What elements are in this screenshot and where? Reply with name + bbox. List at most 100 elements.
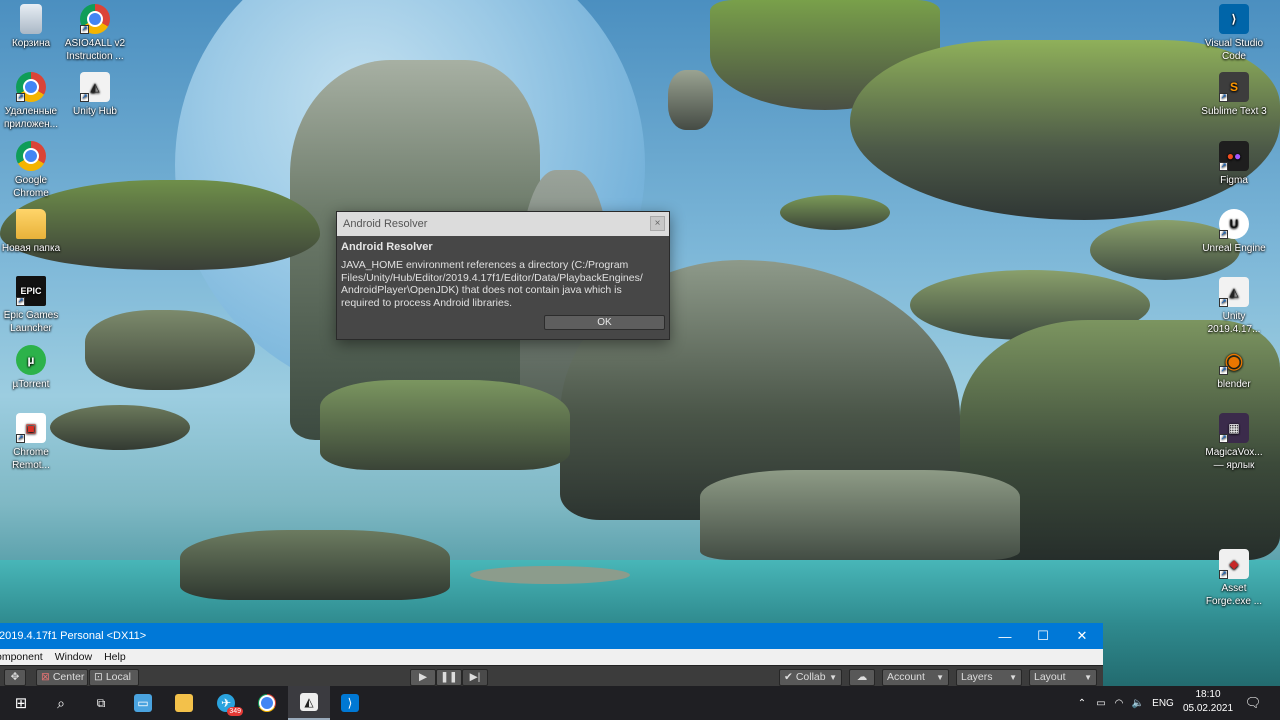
figma-icon: ● ● ↗ bbox=[1219, 141, 1249, 171]
rect-tool-button[interactable]: ✥ bbox=[4, 669, 26, 686]
wallpaper-rock bbox=[180, 530, 450, 600]
collab-dropdown[interactable]: ✔ Collab ▼ bbox=[779, 669, 842, 686]
desktop-icon-label: MagicaVox... — ярлык bbox=[1205, 447, 1263, 471]
unity-window-titlebar[interactable]: 2019.4.17f1 Personal <DX11> — ☐ ✕ bbox=[0, 623, 1103, 649]
menu-component[interactable]: omponent bbox=[0, 651, 49, 663]
volume-tray-button[interactable]: 🔈 bbox=[1128, 686, 1148, 720]
chrome-icon bbox=[258, 694, 276, 712]
taskbar-app-vscode[interactable]: ⟩ bbox=[329, 686, 371, 720]
account-label: Account bbox=[887, 671, 925, 683]
pivot-local-toggle[interactable]: ⊡ Local bbox=[89, 669, 139, 686]
blender-icon: ◉ ↗ bbox=[1219, 347, 1244, 375]
desktop-icon-label: Sublime Text 3 bbox=[1201, 106, 1267, 117]
cloud-button[interactable]: ☁ bbox=[849, 669, 875, 686]
desktop-icon-label: Asset Forge.exe ... bbox=[1205, 583, 1263, 607]
battery-tray-button[interactable]: ▭ bbox=[1092, 686, 1110, 720]
unity-window-title: 2019.4.17f1 Personal <DX11> bbox=[0, 630, 147, 642]
ok-button[interactable]: OK bbox=[544, 315, 665, 330]
maximize-button[interactable]: ☐ bbox=[1023, 623, 1063, 649]
taskbar-app-file-explorer[interactable] bbox=[163, 686, 205, 720]
desktop-icon-blender[interactable]: ◉ ↗ blender bbox=[1200, 345, 1268, 391]
wallpaper-rock bbox=[780, 195, 890, 230]
windows-taskbar: ⊞ ⌕ ⧉ ▭ ✈ 349 ◭ ⟩ ⌃ ▭ ◠ 🔈 ENG 18:10 05.0… bbox=[0, 686, 1280, 720]
network-tray-button[interactable]: ◠ bbox=[1110, 686, 1128, 720]
dialog-titlebar[interactable]: Android Resolver × bbox=[337, 212, 669, 236]
windows-logo-icon: ⊞ bbox=[14, 695, 28, 712]
unreal-icon: U ↗ bbox=[1219, 209, 1249, 239]
desktop-icon-asio4all[interactable]: ↗ ASIO4ALL v2 Instruction ... bbox=[61, 4, 129, 63]
desktop-icon-google-chrome[interactable]: Google Chrome bbox=[0, 141, 65, 200]
play-button[interactable]: ▶ bbox=[410, 669, 436, 686]
minimize-icon: — bbox=[998, 628, 1012, 644]
desktop-icon-utorrent[interactable]: µ µTorrent bbox=[0, 345, 65, 391]
check-icon: ✔ bbox=[784, 671, 793, 683]
step-button[interactable]: ▶| bbox=[462, 669, 488, 686]
desktop-icon-asset-forge[interactable]: ◆ ↗ Asset Forge.exe ... bbox=[1200, 549, 1268, 608]
unity-icon: ◭ bbox=[300, 693, 318, 711]
taskbar-app-unity[interactable]: ◭ bbox=[288, 686, 330, 720]
wallpaper-rock bbox=[700, 470, 1020, 560]
desktop-icon-figma[interactable]: ● ● ↗ Figma bbox=[1200, 141, 1268, 187]
telegram-unread-badge: 349 bbox=[227, 707, 243, 716]
dialog-heading: Android Resolver bbox=[341, 241, 433, 253]
pause-button[interactable]: ❚❚ bbox=[436, 669, 462, 686]
pivot-center-toggle[interactable]: ⊠ Center bbox=[36, 669, 88, 686]
language-indicator: ENG bbox=[1152, 697, 1174, 709]
start-button[interactable]: ⊞ bbox=[0, 686, 42, 720]
asset-forge-icon: ◆ ↗ bbox=[1219, 549, 1249, 579]
desktop-icon-epic-games[interactable]: EPIC ↗ Epic Games Launcher bbox=[0, 276, 65, 335]
chevron-up-icon: ⌃ bbox=[1077, 697, 1087, 709]
utorrent-icon: µ bbox=[16, 345, 46, 375]
notifications-button[interactable]: 🗨 bbox=[1240, 686, 1266, 720]
cloud-icon: ☁ bbox=[856, 671, 868, 683]
window-app-icon: ▭ bbox=[134, 694, 152, 712]
unity-toolbar: ✥ ⊠ Center ⊡ Local ▶ ❚❚ ▶| ✔ Collab ▼ ☁ … bbox=[0, 665, 1103, 688]
desktop-icon-chrome-remote[interactable]: ▣ ↗ Chrome Remot... bbox=[0, 413, 65, 472]
battery-icon: ▭ bbox=[1096, 697, 1106, 709]
desktop-icon-new-folder[interactable]: Новая папка bbox=[0, 209, 65, 255]
taskbar-app-telegram[interactable]: ✈ 349 bbox=[205, 686, 247, 720]
desktop-icon-vscode[interactable]: ⟩ Visual Studio Code bbox=[1200, 4, 1268, 63]
show-hidden-icons-button[interactable]: ⌃ bbox=[1072, 686, 1092, 720]
desktop-icon-chrome-apps[interactable]: ↗ Удаленные приложен... bbox=[0, 72, 65, 131]
desktop-icon-unity-hub[interactable]: ◭ ↗ Unity Hub bbox=[61, 72, 129, 118]
dialog-message: JAVA_HOME environment references a direc… bbox=[341, 259, 643, 309]
layers-dropdown[interactable]: Layers ▼ bbox=[956, 669, 1022, 686]
desktop-icon-label: Корзина bbox=[11, 38, 51, 49]
desktop-icon-unity[interactable]: ◭ ↗ Unity 2019.4.17... bbox=[1200, 277, 1268, 336]
search-button[interactable]: ⌕ bbox=[40, 686, 82, 720]
desktop-wallpaper bbox=[0, 0, 1280, 720]
chevron-down-icon: ▼ bbox=[1009, 673, 1017, 682]
menu-help[interactable]: Help bbox=[100, 651, 132, 663]
desktop-icon-label: Chrome Remot... bbox=[12, 447, 50, 471]
clock-date: 05.02.2021 bbox=[1182, 703, 1234, 714]
layout-dropdown[interactable]: Layout ▼ bbox=[1029, 669, 1097, 686]
desktop-icon-label: blender bbox=[1217, 379, 1251, 390]
desktop-icon-unreal[interactable]: U ↗ Unreal Engine bbox=[1200, 209, 1268, 255]
close-window-button[interactable]: ✕ bbox=[1062, 623, 1102, 649]
desktop-icon-label: Новая папка bbox=[1, 243, 61, 254]
chevron-down-icon: ▼ bbox=[936, 673, 944, 682]
center-icon: ⊠ bbox=[41, 671, 50, 683]
desktop-icon-label: Figma bbox=[1220, 175, 1248, 186]
desktop-icon-label: Unity Hub bbox=[73, 106, 117, 117]
taskbar-app-chrome[interactable] bbox=[246, 686, 288, 720]
wallpaper-sandbar bbox=[470, 566, 630, 584]
account-dropdown[interactable]: Account ▼ bbox=[882, 669, 949, 686]
desktop-icon-recycle-bin[interactable]: Корзина bbox=[0, 4, 65, 50]
dialog-close-button[interactable]: × bbox=[650, 216, 665, 231]
desktop-icon-sublime[interactable]: S ↗ Sublime Text 3 bbox=[1200, 72, 1268, 118]
unity-icon: ◭ ↗ bbox=[1219, 277, 1249, 307]
desktop-icon-label: Unreal Engine bbox=[1202, 243, 1266, 254]
taskbar-app-explorer-window[interactable]: ▭ bbox=[122, 686, 164, 720]
desktop-icon-label: µTorrent bbox=[12, 379, 50, 390]
desktop-icon-label: Google Chrome bbox=[13, 175, 49, 199]
clock-time: 18:10 bbox=[1195, 689, 1221, 700]
taskbar-clock[interactable]: 18:10 05.02.2021 bbox=[1175, 688, 1241, 716]
chevron-down-icon: ▼ bbox=[829, 673, 837, 682]
minimize-button[interactable]: — bbox=[985, 623, 1025, 649]
menu-window[interactable]: Window bbox=[51, 651, 98, 663]
desktop-icon-magicavoxel[interactable]: ▦ ↗ MagicaVox... — ярлык bbox=[1200, 413, 1268, 472]
input-language-button[interactable]: ENG bbox=[1148, 686, 1178, 720]
task-view-button[interactable]: ⧉ bbox=[80, 686, 122, 720]
